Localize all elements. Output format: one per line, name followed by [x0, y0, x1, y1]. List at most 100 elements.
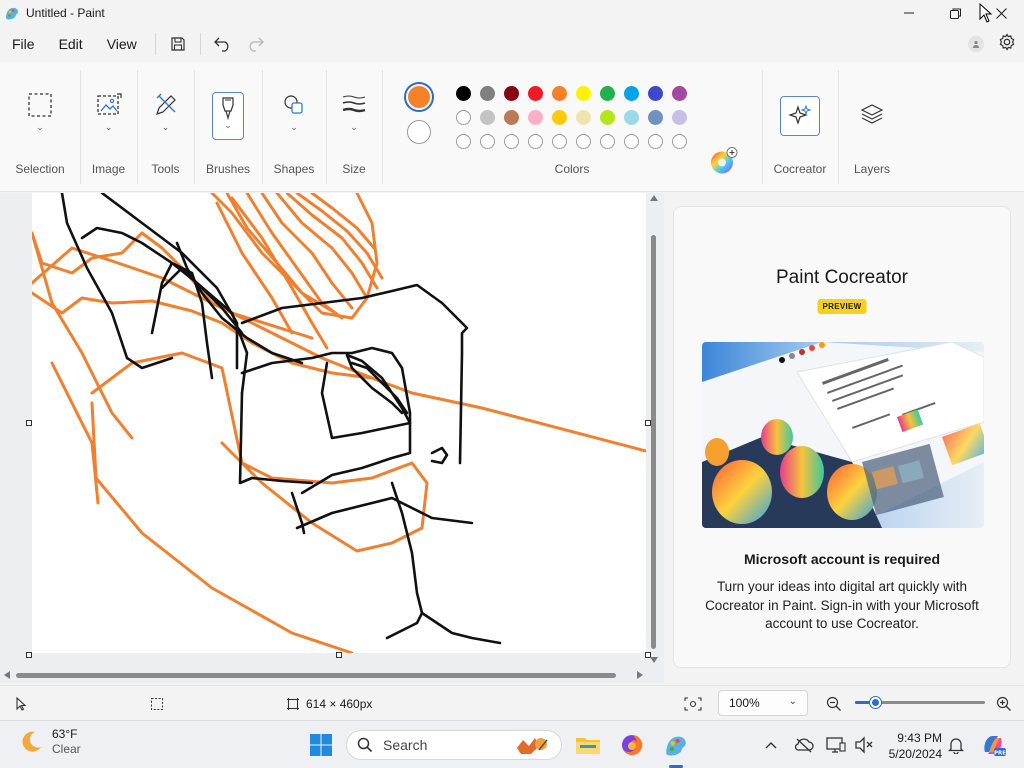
chevron-up-icon: [765, 742, 777, 749]
menu-edit[interactable]: Edit: [47, 29, 95, 59]
notifications-button[interactable]: [948, 721, 964, 768]
custom-color-slot[interactable]: [576, 134, 591, 149]
color-swatch[interactable]: [504, 86, 519, 101]
color-swatch[interactable]: [576, 86, 591, 101]
volume-button[interactable]: [854, 721, 874, 768]
custom-color-slot[interactable]: [672, 134, 687, 149]
color-swatch[interactable]: [456, 86, 471, 101]
settings-button[interactable]: [998, 32, 1016, 56]
group-size: ⌄ Size: [326, 62, 382, 192]
zoom-out-button[interactable]: [826, 686, 842, 721]
custom-color-slot[interactable]: [648, 134, 663, 149]
selection-size-icon: [151, 697, 163, 710]
color-swatch[interactable]: [552, 86, 567, 101]
color-swatch[interactable]: [480, 86, 495, 101]
menu-separator: [154, 33, 156, 55]
cocreator-panel: Paint Cocreator PREVIEW Microsoft accoun…: [673, 206, 1011, 668]
color-swatch[interactable]: [552, 110, 567, 125]
layers-button[interactable]: [858, 100, 886, 128]
resize-handle-bottom-left[interactable]: [26, 652, 32, 658]
secondary-color-swatch[interactable]: [407, 120, 431, 144]
redo-button[interactable]: [239, 29, 271, 59]
start-button[interactable]: [305, 729, 337, 761]
zoom-out-icon: [826, 696, 841, 711]
color-swatch[interactable]: [648, 110, 663, 125]
preview-badge: PREVIEW: [817, 299, 867, 314]
onedrive-status[interactable]: [794, 721, 814, 768]
show-hidden-icons-button[interactable]: [764, 721, 778, 768]
zoom-slider-thumb[interactable]: [869, 697, 881, 708]
color-swatch[interactable]: [600, 86, 615, 101]
taskbar-search[interactable]: Search: [346, 730, 562, 760]
paint-app-icon: [666, 736, 686, 756]
color-swatch[interactable]: [528, 86, 543, 101]
primary-color-swatch[interactable]: [404, 82, 434, 112]
custom-color-slot[interactable]: [456, 134, 471, 149]
drawing-canvas[interactable]: [32, 193, 646, 653]
brushes-button[interactable]: ⌄: [212, 92, 244, 140]
color-swatch[interactable]: [528, 110, 543, 125]
group-label-shapes: Shapes: [273, 162, 315, 176]
custom-color-slot[interactable]: [480, 134, 495, 149]
color-swatch[interactable]: [648, 86, 663, 101]
color-swatch[interactable]: [624, 110, 639, 125]
custom-color-slot[interactable]: [600, 134, 615, 149]
scroll-up-arrow[interactable]: [650, 195, 658, 201]
color-swatch[interactable]: [576, 110, 591, 125]
group-label-tools: Tools: [151, 162, 180, 176]
horizontal-scroll-thumb[interactable]: [16, 673, 616, 678]
custom-color-slot[interactable]: [504, 134, 519, 149]
selection-tool-button[interactable]: ⌄: [22, 92, 58, 142]
color-swatch[interactable]: [456, 110, 471, 125]
save-button[interactable]: [162, 29, 194, 59]
weather-widget[interactable]: 63°F Clear: [18, 727, 81, 757]
scroll-left-arrow[interactable]: [4, 671, 10, 679]
account-button[interactable]: [968, 36, 984, 52]
preview-illustration: [702, 342, 984, 528]
vertical-scrollbar[interactable]: [648, 193, 660, 663]
zoom-dropdown[interactable]: 100% ⌄: [718, 690, 808, 716]
cocreator-preview-image: [702, 342, 984, 528]
color-swatch[interactable]: [672, 86, 687, 101]
color-swatch[interactable]: [480, 110, 495, 125]
cocreator-button[interactable]: [780, 96, 820, 136]
fit-to-window-button[interactable]: [684, 686, 702, 721]
brush-icon: [222, 97, 234, 121]
scroll-right-arrow[interactable]: [637, 671, 643, 679]
menu-view[interactable]: View: [95, 29, 149, 59]
display-settings-icon-button[interactable]: [826, 721, 846, 768]
shapes-button[interactable]: ⌄: [276, 92, 312, 142]
tools-button[interactable]: ⌄: [148, 92, 184, 142]
paint-taskbar-button[interactable]: [660, 729, 692, 768]
color-swatch[interactable]: [672, 110, 687, 125]
zoom-in-button[interactable]: [996, 686, 1012, 721]
resize-handle-bottom[interactable]: [336, 652, 342, 658]
horizontal-scrollbar[interactable]: [0, 668, 650, 682]
window-title: Untitled - Paint: [26, 6, 105, 20]
color-swatch[interactable]: [600, 110, 615, 125]
copilot-button[interactable]: PRE: [980, 721, 1006, 768]
firefox-icon: [622, 734, 643, 755]
zoom-slider[interactable]: [855, 697, 985, 708]
firefox-button[interactable]: [616, 729, 648, 761]
color-swatch[interactable]: [624, 86, 639, 101]
scroll-down-arrow[interactable]: [650, 657, 658, 663]
vertical-scroll-thumb[interactable]: [651, 235, 656, 649]
custom-color-slot[interactable]: [552, 134, 567, 149]
edit-colors-button[interactable]: [709, 147, 739, 182]
resize-handle-left[interactable]: [26, 420, 32, 426]
menu-file[interactable]: File: [0, 29, 47, 59]
file-explorer-button[interactable]: [572, 729, 604, 761]
restore-button[interactable]: [932, 0, 978, 26]
color-swatch[interactable]: [504, 110, 519, 125]
group-shapes: ⌄ Shapes: [262, 62, 326, 192]
custom-color-slot[interactable]: [528, 134, 543, 149]
account-required-description: Turn your ideas into digital art quickly…: [705, 579, 979, 631]
group-label-layers: Layers: [853, 162, 891, 176]
custom-color-slot[interactable]: [624, 134, 639, 149]
minimize-button[interactable]: [886, 0, 932, 26]
system-clock[interactable]: 9:43 PM 5/20/2024: [889, 730, 942, 762]
size-button[interactable]: ⌄: [336, 92, 372, 142]
image-tools-button[interactable]: ⌄: [91, 92, 127, 142]
undo-button[interactable]: [207, 29, 239, 59]
